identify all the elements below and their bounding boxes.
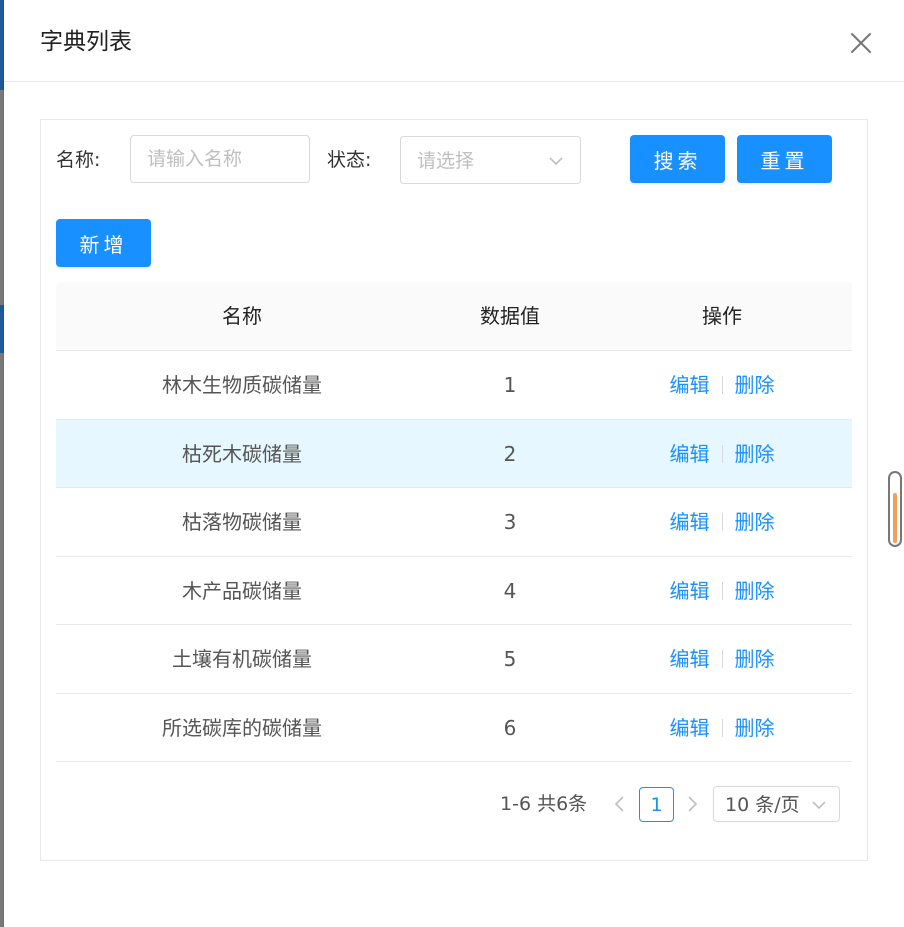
close-button[interactable] — [848, 30, 874, 56]
delete-link[interactable]: 删除 — [735, 625, 775, 693]
row-name: 林木生物质碳储量 — [162, 373, 322, 397]
action-divider — [721, 650, 723, 668]
delete-link[interactable]: 删除 — [735, 488, 775, 556]
edit-link[interactable]: 编辑 — [670, 694, 710, 762]
row-name: 枯落物碳储量 — [182, 510, 302, 534]
column-header-name: 名称 — [222, 304, 262, 328]
chevron-right-icon[interactable] — [682, 794, 702, 814]
action-divider — [721, 718, 723, 737]
add-button[interactable]: 新增 — [56, 219, 151, 267]
delete-link[interactable]: 删除 — [735, 557, 775, 625]
name-search-input[interactable] — [130, 135, 310, 183]
row-value: 5 — [503, 647, 517, 671]
edit-link[interactable]: 编辑 — [670, 625, 710, 693]
table-row: 枯落物碳储量 3 编辑 删除 — [56, 488, 852, 557]
delete-link[interactable]: 删除 — [735, 420, 775, 488]
row-value: 1 — [503, 373, 517, 397]
table-row: 土壤有机碳储量 5 编辑 删除 — [56, 625, 852, 694]
search-button[interactable]: 搜索 — [630, 135, 725, 183]
table-row: 枯死木碳储量 2 编辑 删除 — [56, 419, 852, 488]
delete-link[interactable]: 删除 — [735, 694, 775, 762]
dialog-header: 字典列表 — [4, 0, 904, 82]
action-divider — [721, 513, 723, 531]
scrollbar-thumb[interactable] — [893, 493, 897, 543]
row-name: 所选碳库的碳储量 — [162, 715, 322, 740]
status-filter-label: 状态: — [327, 149, 372, 171]
action-divider — [721, 376, 723, 394]
row-name: 土壤有机碳储量 — [172, 647, 312, 671]
row-value: 6 — [503, 715, 517, 740]
column-header-value: 数据值 — [480, 304, 540, 328]
table-row: 木产品碳储量 4 编辑 删除 — [56, 557, 852, 625]
edit-link[interactable]: 编辑 — [670, 557, 710, 625]
page-size-select[interactable]: 10 条/页 — [713, 786, 840, 822]
reset-button[interactable]: 重置 — [737, 135, 832, 183]
dictionary-table: 名称 数据值 操作 林木生物质碳储量 1 编辑 删除 枯死木碳储量 2 编辑 删… — [56, 282, 852, 762]
row-value: 3 — [503, 510, 517, 534]
table-row: 林木生物质碳储量 1 编辑 删除 — [56, 351, 852, 420]
edit-link[interactable]: 编辑 — [670, 351, 710, 419]
chevron-down-icon — [549, 157, 563, 166]
edit-link[interactable]: 编辑 — [670, 488, 710, 556]
page-size-value: 10 条/页 — [725, 794, 800, 816]
status-select[interactable]: 请选择 — [400, 136, 581, 184]
chevron-left-icon[interactable] — [610, 794, 630, 814]
dictionary-dialog: 字典列表 名称: 状态: 请选择 搜索 重置 新增 名称 数据值 操作 — [4, 0, 904, 927]
pagination-page-1[interactable]: 1 — [639, 787, 674, 822]
dialog-title: 字典列表 — [40, 29, 132, 55]
row-value: 2 — [503, 441, 517, 466]
action-divider — [721, 444, 723, 463]
row-name: 枯死木碳储量 — [182, 441, 302, 466]
action-divider — [721, 581, 723, 600]
row-name: 木产品碳储量 — [182, 578, 302, 603]
column-header-actions: 操作 — [702, 304, 742, 328]
edit-link[interactable]: 编辑 — [670, 420, 710, 488]
scrollbar[interactable] — [888, 471, 902, 547]
content-panel: 名称: 状态: 请选择 搜索 重置 新增 名称 数据值 操作 林木生物质碳储量 … — [40, 119, 868, 861]
row-value: 4 — [503, 578, 517, 603]
close-icon — [851, 33, 871, 53]
chevron-down-icon — [812, 801, 826, 810]
pagination-total: 1-6 共6条 — [500, 793, 588, 815]
status-select-placeholder: 请选择 — [417, 150, 475, 172]
table-row: 所选碳库的碳储量 6 编辑 删除 — [56, 694, 852, 762]
delete-link[interactable]: 删除 — [735, 351, 775, 419]
name-filter-label: 名称: — [56, 149, 101, 171]
table-header: 名称 数据值 操作 — [56, 282, 852, 351]
